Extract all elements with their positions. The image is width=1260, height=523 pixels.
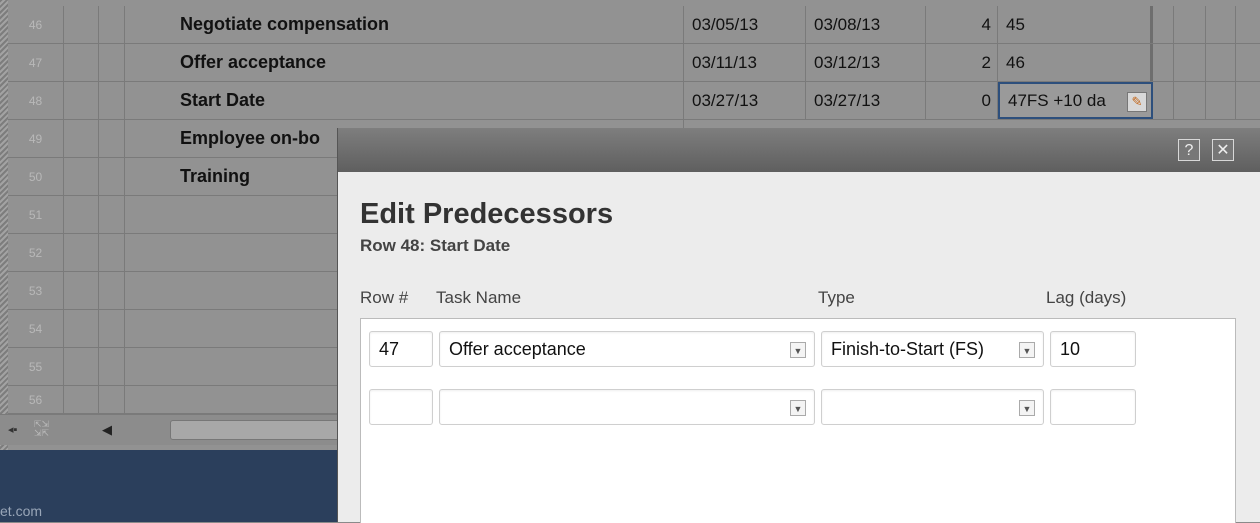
extra-cell <box>1153 44 1174 81</box>
end-date-cell[interactable]: 03/12/13 <box>806 44 926 81</box>
task-name-cell[interactable]: Start Date <box>124 82 684 119</box>
duration-cell[interactable]: 4 <box>926 6 998 43</box>
chevron-down-icon[interactable]: ▼ <box>1019 342 1035 358</box>
row-attach-cell <box>98 82 125 119</box>
grid-left-edge <box>0 0 8 450</box>
collapse-panel-icon[interactable]: ◂▪ <box>8 423 17 436</box>
table-row[interactable]: 47 Offer acceptance 03/11/13 03/12/13 2 … <box>8 44 1260 82</box>
row-indicator-cell <box>63 234 99 271</box>
row-attach-cell <box>98 6 125 43</box>
row-number: 54 <box>8 310 64 347</box>
extra-cell <box>1153 6 1174 43</box>
chevron-down-icon[interactable]: ▼ <box>790 342 806 358</box>
row-number-input[interactable] <box>369 389 433 425</box>
extra-cell <box>1205 44 1236 81</box>
row-attach-cell <box>98 120 125 157</box>
row-indicator-cell <box>63 82 99 119</box>
row-number: 48 <box>8 82 64 119</box>
dialog-titlebar[interactable]: ? ✕ <box>338 128 1260 172</box>
task-name-value: Offer acceptance <box>449 338 586 359</box>
task-name-cell[interactable]: Negotiate compensation <box>124 6 684 43</box>
row-number: 55 <box>8 348 64 385</box>
start-date-cell[interactable]: 03/27/13 <box>684 82 806 119</box>
dialog-title: Edit Predecessors <box>360 198 614 230</box>
row-attach-cell <box>98 44 125 81</box>
type-select[interactable]: Finish-to-Start (FS) ▼ <box>821 331 1044 367</box>
dialog-subtitle: Row 48: Start Date <box>360 236 511 255</box>
extra-cell <box>1205 6 1236 43</box>
row-number: 56 <box>8 386 64 413</box>
chevron-down-icon[interactable]: ▼ <box>1019 400 1035 416</box>
extra-cell <box>1173 82 1206 119</box>
extra-cell <box>1153 82 1174 119</box>
start-date-cell[interactable]: 03/05/13 <box>684 6 806 43</box>
task-name-header: Task Name <box>436 288 522 307</box>
predecessors-value: 47FS +10 da <box>1008 90 1106 110</box>
row-indicator-cell <box>63 272 99 309</box>
row-indicator-cell <box>63 310 99 347</box>
row-number-header: Row # <box>360 288 409 307</box>
expand-icon[interactable]: ⇱⇲ ⇲⇱ <box>34 420 49 438</box>
row-attach-cell <box>98 386 125 413</box>
lag-header: Lag (days) <box>1046 288 1127 307</box>
row-attach-cell <box>98 196 125 233</box>
table-row[interactable]: 48 Start Date 03/27/13 03/27/13 0 47FS +… <box>8 82 1260 120</box>
row-indicator-cell <box>63 6 99 43</box>
row-indicator-cell <box>63 386 99 413</box>
row-indicator-cell <box>63 348 99 385</box>
lag-input[interactable]: 10 <box>1050 331 1136 367</box>
row-number: 47 <box>8 44 64 81</box>
extra-cell <box>1173 6 1206 43</box>
row-indicator-cell <box>63 158 99 195</box>
row-indicator-cell <box>63 44 99 81</box>
row-indicator-cell <box>63 196 99 233</box>
row-number-input[interactable]: 47 <box>369 331 433 367</box>
end-date-cell[interactable]: 03/27/13 <box>806 82 926 119</box>
type-select[interactable]: ▼ <box>821 389 1044 425</box>
predecessors-cell[interactable]: 45 <box>998 6 1153 43</box>
extra-cell <box>1173 44 1206 81</box>
task-name-select[interactable]: Offer acceptance ▼ <box>439 331 815 367</box>
help-icon[interactable]: ? <box>1178 139 1200 161</box>
row-number: 50 <box>8 158 64 195</box>
brand-text: et.com <box>0 503 43 519</box>
scroll-left-arrow-icon[interactable]: ◀ <box>102 422 112 438</box>
row-attach-cell <box>98 158 125 195</box>
row-number: 51 <box>8 196 64 233</box>
end-date-cell[interactable]: 03/08/13 <box>806 6 926 43</box>
row-attach-cell <box>98 272 125 309</box>
task-name-cell[interactable]: Offer acceptance <box>124 44 684 81</box>
close-icon[interactable]: ✕ <box>1212 139 1234 161</box>
duration-cell[interactable]: 2 <box>926 44 998 81</box>
type-header: Type <box>818 288 855 307</box>
extra-cell <box>1205 82 1236 119</box>
row-number: 53 <box>8 272 64 309</box>
pencil-icon[interactable]: ✎ <box>1127 92 1147 112</box>
row-attach-cell <box>98 348 125 385</box>
type-value: Finish-to-Start (FS) <box>831 338 985 359</box>
row-number: 52 <box>8 234 64 271</box>
row-number: 46 <box>8 6 64 43</box>
table-row[interactable]: 46 Negotiate compensation 03/05/13 03/08… <box>8 6 1260 44</box>
row-attach-cell <box>98 310 125 347</box>
task-name-select[interactable]: ▼ <box>439 389 815 425</box>
predecessor-list: 47 Offer acceptance ▼ Finish-to-Start (F… <box>360 318 1236 523</box>
horizontal-scrollbar[interactable]: ◂▪ ⇱⇲ ⇲⇱ ◀ <box>0 414 372 445</box>
chevron-down-icon[interactable]: ▼ <box>790 400 806 416</box>
start-date-cell[interactable]: 03/11/13 <box>684 44 806 81</box>
edit-predecessors-dialog: ? ✕ Edit Predecessors Row 48: Start Date… <box>337 128 1260 523</box>
row-attach-cell <box>98 234 125 271</box>
row-number: 49 <box>8 120 64 157</box>
lag-input[interactable] <box>1050 389 1136 425</box>
predecessors-cell-selected[interactable]: 47FS +10 da ✎ <box>998 82 1153 119</box>
predecessors-cell[interactable]: 46 <box>998 44 1153 81</box>
row-indicator-cell <box>63 120 99 157</box>
duration-cell[interactable]: 0 <box>926 82 998 119</box>
